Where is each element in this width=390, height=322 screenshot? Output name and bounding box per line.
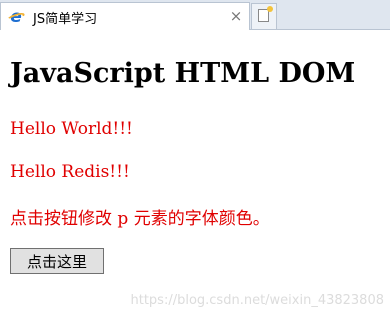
paragraph-instructions: 点击按钮修改 p 元素的字体颜色。: [10, 209, 270, 229]
paragraph-hello-redis: Hello Redis!!!: [10, 162, 130, 182]
new-tab-icon: [258, 6, 273, 22]
browser-tab-bar: e JS简单学习 ×: [0, 0, 390, 30]
new-tab-button[interactable]: [251, 3, 277, 29]
paragraph-hello-world: Hello World!!!: [10, 119, 133, 139]
browser-tab-active[interactable]: e JS简单学习 ×: [0, 2, 250, 30]
tab-title: JS简单学习: [33, 12, 98, 27]
ie-favicon-icon: e: [6, 8, 26, 26]
page-title: JavaScript HTML DOM: [10, 58, 356, 89]
watermark-text: https://blog.csdn.net/weixin_43823808: [130, 293, 384, 308]
click-here-button[interactable]: 点击这里: [10, 248, 104, 274]
close-tab-icon[interactable]: ×: [229, 8, 243, 24]
